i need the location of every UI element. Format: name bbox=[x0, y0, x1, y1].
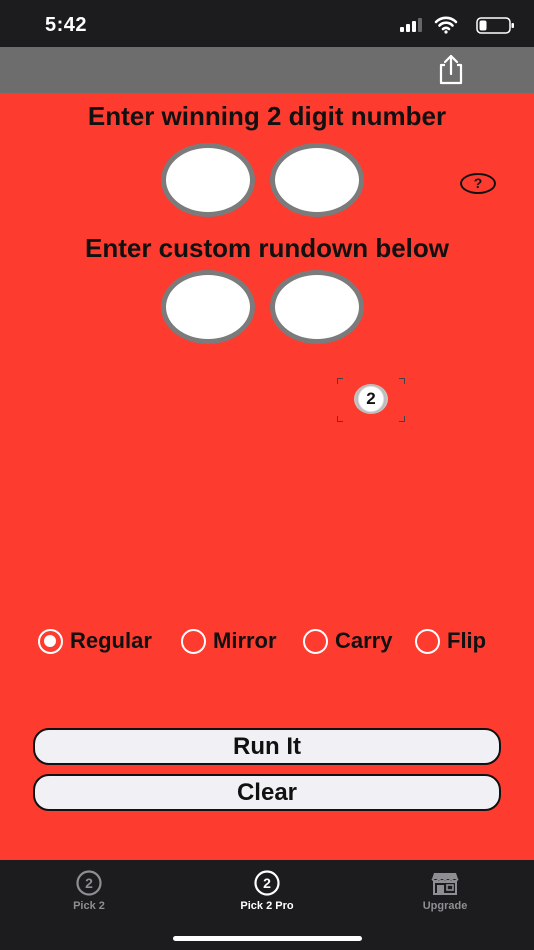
radio-unchecked-icon bbox=[415, 629, 440, 654]
tab-pick-2-pro[interactable]: 2 Pick 2 Pro bbox=[178, 860, 356, 920]
home-indicator[interactable] bbox=[173, 936, 362, 941]
custom-rundown-title: Enter custom rundown below bbox=[84, 233, 449, 263]
frame-corner bbox=[337, 378, 343, 384]
tab-label: Upgrade bbox=[422, 900, 468, 912]
radio-checked-icon bbox=[38, 629, 63, 654]
tab-label: Pick 2 bbox=[73, 900, 105, 912]
svg-text:2: 2 bbox=[263, 875, 271, 891]
winning-digit-2-input[interactable] bbox=[270, 143, 364, 217]
mode-options: Regular Mirror Carry Flip bbox=[0, 626, 534, 656]
tab-upgrade[interactable]: Upgrade bbox=[356, 860, 534, 920]
navigation-bar bbox=[0, 47, 534, 93]
run-it-button[interactable]: Run It bbox=[33, 728, 501, 765]
status-icons bbox=[386, 15, 516, 35]
tab-bar: 2 Pick 2 2 Pick 2 Pro Upgrade bbox=[0, 860, 534, 950]
help-button[interactable]: ? bbox=[460, 173, 496, 194]
battery-icon bbox=[476, 17, 514, 34]
circled-2-icon: 2 bbox=[76, 870, 102, 896]
status-time: 5:42 bbox=[45, 14, 88, 36]
frame-corner bbox=[399, 416, 405, 422]
svg-text:2: 2 bbox=[85, 875, 93, 891]
frame-corner bbox=[337, 416, 343, 422]
status-bar: 5:42 bbox=[0, 0, 534, 47]
tab-label: Pick 2 Pro bbox=[240, 900, 294, 912]
lottery-ball-icon: 2 bbox=[354, 384, 388, 414]
ball-selection-frame[interactable]: 2 bbox=[337, 378, 405, 422]
circled-2-icon: 2 bbox=[254, 870, 280, 896]
custom-digit-1-input[interactable] bbox=[161, 270, 255, 344]
share-icon[interactable] bbox=[436, 53, 466, 85]
option-label: Mirror bbox=[213, 628, 277, 653]
option-label: Flip bbox=[447, 628, 487, 653]
option-label: Regular bbox=[70, 628, 152, 653]
winning-number-title: Enter winning 2 digit number bbox=[87, 101, 447, 131]
radio-unchecked-icon bbox=[181, 629, 206, 654]
radio-unchecked-icon bbox=[303, 629, 328, 654]
frame-corner bbox=[399, 378, 405, 384]
tab-pick-2[interactable]: 2 Pick 2 bbox=[0, 860, 178, 920]
signal-icon bbox=[400, 18, 422, 32]
custom-digit-2-input[interactable] bbox=[270, 270, 364, 344]
clear-button[interactable]: Clear bbox=[33, 774, 501, 811]
winning-digit-1-input[interactable] bbox=[161, 143, 255, 217]
wifi-icon bbox=[434, 16, 458, 34]
option-label: Carry bbox=[335, 628, 393, 653]
store-icon bbox=[431, 873, 459, 895]
main-content: Enter winning 2 digit number ? Enter cus… bbox=[0, 93, 534, 860]
